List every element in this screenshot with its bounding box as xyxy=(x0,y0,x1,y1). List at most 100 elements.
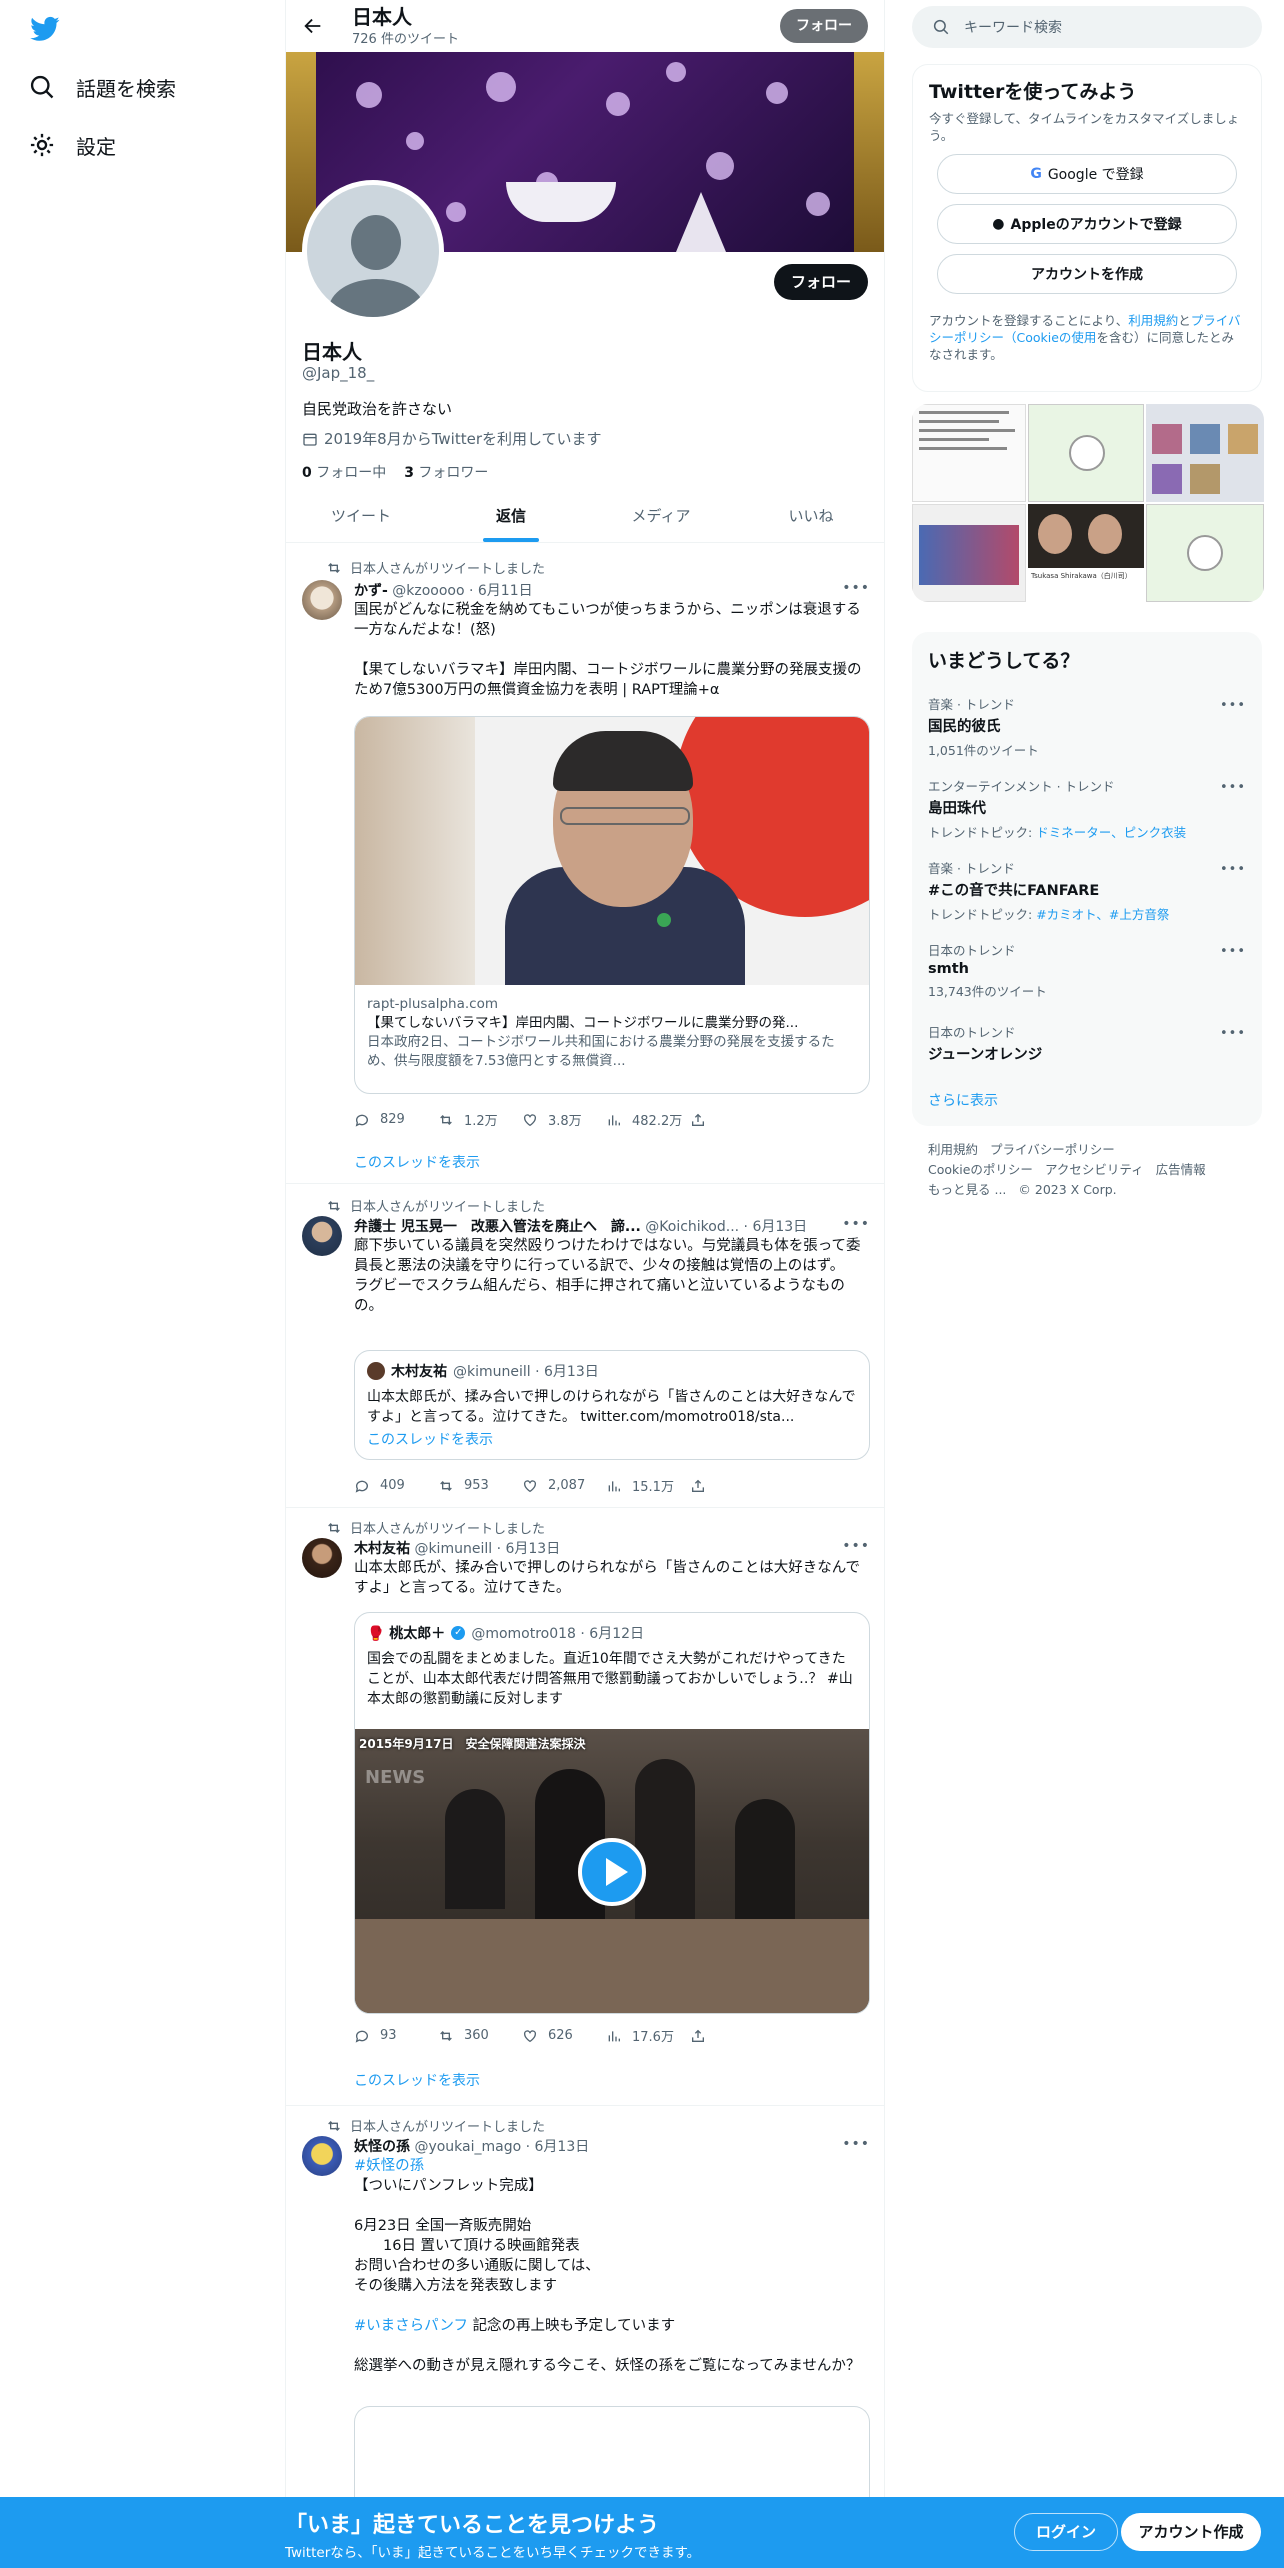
footer-link[interactable]: アクセシビリティ xyxy=(1045,1162,1144,1177)
quote-show-thread[interactable]: このスレッドを表示 xyxy=(367,1429,857,1449)
quoted-tweet[interactable]: 木村友祐 @kimuneill · 6月13日 山本太郎氏が、揉み合いで押しのけら… xyxy=(354,1350,870,1460)
views-button[interactable]: 15.1万 xyxy=(606,1476,690,1495)
footer-link[interactable]: 利用規約 xyxy=(928,1142,978,1157)
retweet-icon xyxy=(440,2030,452,2041)
like-button[interactable]: 2,087 xyxy=(522,1476,606,1495)
trend-item[interactable]: 音楽 · トレンド 国民的彼氏 1,051件のツイート ••• xyxy=(928,694,1246,759)
retweet-button[interactable]: 360 xyxy=(438,2026,522,2045)
reply-button[interactable]: 829 xyxy=(354,1110,438,1129)
like-button[interactable]: 626 xyxy=(522,2026,606,2045)
tab-media[interactable]: メディア xyxy=(586,490,736,542)
back-arrow-icon[interactable] xyxy=(302,15,324,37)
followers-link[interactable]: 3 フォロワー xyxy=(404,462,488,482)
hashtag-link[interactable]: #妖怪の孫 xyxy=(354,2156,870,2176)
trend-item[interactable]: 音楽 · トレンド #この音で共にFANFARE トレンドトピック: #カミオト… xyxy=(928,858,1246,923)
hashtag-link-2[interactable]: #いまさらパンフ xyxy=(354,2318,468,2334)
tweet[interactable]: 日本人さんがリツイートしました 木村友祐 @kimuneill · 6月13日 … xyxy=(286,1508,884,2106)
apple-signup-button[interactable]: ● Appleのアカウントで登録 xyxy=(937,204,1237,244)
more-icon[interactable]: ••• xyxy=(1220,862,1246,877)
create-account-button[interactable]: アカウントを作成 xyxy=(937,254,1237,294)
more-icon[interactable]: ••• xyxy=(1220,944,1246,959)
play-icon[interactable] xyxy=(578,1838,646,1906)
following-link[interactable]: 0 フォロー中 xyxy=(302,462,386,482)
footer-link[interactable]: Cookieのポリシー xyxy=(928,1162,1033,1177)
signup-button[interactable]: アカウント作成 xyxy=(1121,2513,1261,2551)
author-name[interactable]: 木村友祐 xyxy=(354,1541,410,1557)
reply-button[interactable]: 93 xyxy=(354,2026,438,2045)
gallery-image[interactable] xyxy=(1146,504,1264,602)
retweet-button[interactable]: 1.2万 xyxy=(438,1110,522,1129)
tab-likes[interactable]: いいね xyxy=(736,490,884,542)
google-signup-button[interactable]: G Google で登録 xyxy=(937,154,1237,194)
trends-panel: いまどうしてる？ 音楽 · トレンド 国民的彼氏 1,051件のツイート •••… xyxy=(912,632,1262,1126)
more-icon[interactable]: ••• xyxy=(1220,698,1246,713)
trend-item[interactable]: エンターテインメント · トレンド 島田珠代 トレンドトピック: ドミネーター、… xyxy=(928,776,1246,841)
more-icon[interactable]: ••• xyxy=(1220,1026,1246,1041)
profile-name: 日本人 xyxy=(302,340,362,364)
like-button[interactable]: 3.8万 xyxy=(522,1110,606,1129)
avatar[interactable] xyxy=(302,2136,342,2176)
retweet-button[interactable]: 953 xyxy=(438,1476,522,1495)
author-name[interactable]: かず- xyxy=(354,583,388,599)
gallery-image[interactable] xyxy=(1146,404,1264,502)
show-thread-link[interactable]: このスレッドを表示 xyxy=(354,1152,480,1172)
author-handle[interactable]: @youkai_mago · 6月13日 xyxy=(414,2139,589,2155)
gallery-image[interactable] xyxy=(912,404,1026,502)
more-icon[interactable]: ••• xyxy=(842,580,870,596)
avatar[interactable] xyxy=(302,1216,342,1256)
tweet[interactable]: 日本人さんがリツイートしました 弁護士 児玉晃一 改悪入管法を廃止へ 諦... … xyxy=(286,1184,884,1508)
avatar[interactable] xyxy=(302,580,342,620)
more-icon[interactable]: ••• xyxy=(842,1216,870,1232)
media-gallery[interactable]: Tsukasa Shirakawa（白川司） xyxy=(912,404,1264,602)
gallery-image[interactable] xyxy=(1028,404,1144,502)
trend-item[interactable]: 日本のトレンド smth 13,743件のツイート ••• xyxy=(928,940,1246,1000)
author-name[interactable]: 弁護士 児玉晃一 改悪入管法を廃止へ 諦... xyxy=(354,1219,641,1235)
link-card[interactable]: rapt-plusalpha.com 【果てしないバラマキ】岸田内閣、コートジボ… xyxy=(354,716,870,1094)
header-follow-button[interactable]: フォロー xyxy=(780,9,868,43)
follow-button[interactable]: フォロー xyxy=(774,264,868,300)
signup-subtitle: 今すぐ登録して、タイムラインをカスタマイズしましょう。 xyxy=(929,111,1240,143)
footer-link[interactable]: プライバシーポリシー xyxy=(990,1142,1115,1157)
views-button[interactable]: 17.6万 xyxy=(606,2026,690,2045)
trend-count: 1,051件のツイート xyxy=(928,743,1039,758)
profile-section: フォロー 日本人 @Jap_18_ 自民党政治を許さない 2019年8月からTw… xyxy=(286,180,884,602)
twitter-bird-icon[interactable] xyxy=(28,14,62,44)
nav-explore[interactable]: 話題を検索 xyxy=(28,72,176,102)
quoted-tweet[interactable]: 🥊 桃太郎＋ ✓ @momotro018 · 6月12日 国会での乱闘をまとめました… xyxy=(354,1612,870,2014)
views-button[interactable]: 482.2万 xyxy=(606,1110,690,1129)
share-button[interactable] xyxy=(690,1110,774,1129)
terms-link[interactable]: 利用規約 xyxy=(1128,313,1178,328)
author-handle[interactable]: @kzooooo · 6月11日 xyxy=(392,583,532,599)
more-icon[interactable]: ••• xyxy=(1220,780,1246,795)
nav-settings[interactable]: 設定 xyxy=(28,130,116,160)
gallery-image[interactable]: Tsukasa Shirakawa（白川司） xyxy=(1028,504,1144,602)
search-icon xyxy=(933,19,949,35)
login-button[interactable]: ログイン xyxy=(1014,2513,1118,2551)
share-button[interactable] xyxy=(690,2026,774,2045)
retweet-indicator: 日本人さんがリツイートしました xyxy=(326,558,545,577)
reply-count: 829 xyxy=(380,1112,405,1127)
avatar[interactable] xyxy=(302,1538,342,1578)
avatar[interactable] xyxy=(302,180,444,322)
reply-button[interactable]: 409 xyxy=(354,1476,438,1495)
show-more-link[interactable]: さらに表示 xyxy=(928,1090,998,1110)
gallery-image[interactable] xyxy=(912,504,1026,602)
quote-handle: @kimuneill · 6月13日 xyxy=(453,1364,599,1380)
author-name[interactable]: 妖怪の孫 xyxy=(354,2139,410,2155)
tweet-header: 木村友祐 @kimuneill · 6月13日 xyxy=(354,1538,560,1558)
tab-tweets[interactable]: ツイート xyxy=(286,490,436,542)
tweet-actions: 409 953 2,087 15.1万 xyxy=(354,1476,774,1495)
tweet[interactable]: 日本人さんがリツイートしました かず- @kzooooo · 6月11日 •••… xyxy=(286,552,884,1184)
show-thread-link[interactable]: このスレッドを表示 xyxy=(354,2070,480,2090)
author-handle[interactable]: @Koichikod... · 6月13日 xyxy=(645,1219,807,1235)
more-icon[interactable]: ••• xyxy=(842,2136,870,2152)
footer-more-link[interactable]: もっと見る ... xyxy=(928,1182,1006,1197)
author-handle[interactable]: @kimuneill · 6月13日 xyxy=(414,1541,560,1557)
video-player[interactable]: 2015年9月17日 安全保障関連法案採決 NEWS xyxy=(355,1729,869,2013)
search-input[interactable]: キーワード検索 xyxy=(912,6,1262,48)
trend-item[interactable]: 日本のトレンド ジューンオレンジ ••• xyxy=(928,1022,1246,1064)
share-button[interactable] xyxy=(690,1476,774,1495)
footer-link[interactable]: 広告情報 xyxy=(1156,1162,1206,1177)
more-icon[interactable]: ••• xyxy=(842,1538,870,1554)
tab-replies[interactable]: 返信 xyxy=(436,490,586,542)
